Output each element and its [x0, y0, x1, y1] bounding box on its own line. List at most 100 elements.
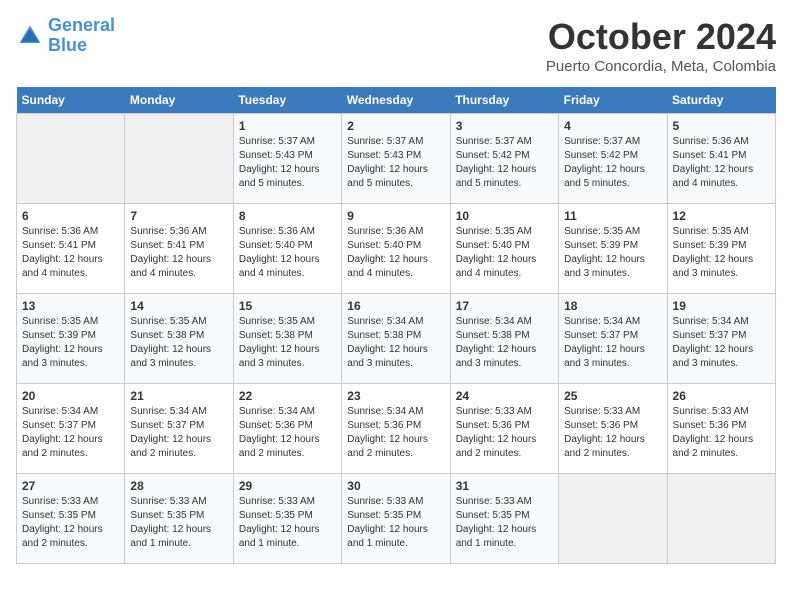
location-subtitle: Puerto Concordia, Meta, Colombia	[546, 58, 776, 75]
week-row: 20 Sunrise: 5:34 AM Sunset: 5:37 PM Dayli…	[17, 384, 776, 474]
calendar-cell	[667, 474, 775, 564]
calendar-cell: 3Sunrise: 5:37 AM Sunset: 5:42 PM Daylig…	[450, 114, 558, 204]
calendar-cell: 22 Sunrise: 5:34 AM Sunset: 5:36 PM Dayli…	[233, 384, 341, 474]
day-info: Sunrise: 5:36 AM Sunset: 5:40 PM Dayligh…	[239, 225, 336, 281]
day-number: 11	[564, 209, 661, 223]
day-number: 17	[456, 299, 553, 313]
day-number: 12	[673, 209, 770, 223]
calendar-cell: 8 Sunrise: 5:36 AM Sunset: 5:40 PM Daylig…	[233, 204, 341, 294]
day-number: 26	[673, 389, 770, 403]
day-info: Sunrise: 5:33 AM Sunset: 5:35 PM Dayligh…	[22, 495, 119, 551]
day-info: Sunrise: 5:35 AM Sunset: 5:39 PM Dayligh…	[673, 225, 770, 281]
calendar-cell: 30 Sunrise: 5:33 AM Sunset: 5:35 PM Dayli…	[342, 474, 450, 564]
day-info: Sunrise: 5:36 AM Sunset: 5:41 PM Dayligh…	[673, 135, 770, 191]
day-number: 16	[347, 299, 444, 313]
page-header: General Blue October 2024 Puerto Concord…	[16, 16, 776, 75]
calendar-cell: 29 Sunrise: 5:33 AM Sunset: 5:35 PM Dayli…	[233, 474, 341, 564]
calendar-cell: 31Sunrise: 5:33 AM Sunset: 5:35 PM Dayli…	[450, 474, 558, 564]
week-row: 13 Sunrise: 5:35 AM Sunset: 5:39 PM Dayli…	[17, 294, 776, 384]
col-header-sunday: Sunday	[17, 87, 125, 114]
calendar-cell: 6 Sunrise: 5:36 AM Sunset: 5:41 PM Daylig…	[17, 204, 125, 294]
day-info: Sunrise: 5:33 AM Sunset: 5:35 PM Dayligh…	[347, 495, 444, 551]
day-number: 19	[673, 299, 770, 313]
col-header-friday: Friday	[559, 87, 667, 114]
calendar-cell: 25 Sunrise: 5:33 AM Sunset: 5:36 PM Dayli…	[559, 384, 667, 474]
day-number: 10	[456, 209, 553, 223]
day-info: Sunrise: 5:34 AM Sunset: 5:36 PM Dayligh…	[239, 405, 336, 461]
day-number: 6	[22, 209, 119, 223]
day-info: Sunrise: 5:33 AM Sunset: 5:36 PM Dayligh…	[673, 405, 770, 461]
calendar-cell: 4Sunrise: 5:37 AM Sunset: 5:42 PM Daylig…	[559, 114, 667, 204]
logo-text: General Blue	[48, 16, 115, 56]
calendar-cell	[559, 474, 667, 564]
calendar-cell: 23Sunrise: 5:34 AM Sunset: 5:36 PM Dayli…	[342, 384, 450, 474]
day-number: 22	[239, 389, 336, 403]
day-number: 1	[239, 119, 336, 133]
day-info: Sunrise: 5:33 AM Sunset: 5:36 PM Dayligh…	[564, 405, 661, 461]
day-number: 5	[673, 119, 770, 133]
day-info: Sunrise: 5:34 AM Sunset: 5:37 PM Dayligh…	[130, 405, 227, 461]
day-number: 30	[347, 479, 444, 493]
calendar-cell: 28 Sunrise: 5:33 AM Sunset: 5:35 PM Dayli…	[125, 474, 233, 564]
calendar-cell: 2Sunrise: 5:37 AM Sunset: 5:43 PM Daylig…	[342, 114, 450, 204]
calendar-cell: 1Sunrise: 5:37 AM Sunset: 5:43 PM Daylig…	[233, 114, 341, 204]
day-number: 7	[130, 209, 227, 223]
week-row: 6 Sunrise: 5:36 AM Sunset: 5:41 PM Daylig…	[17, 204, 776, 294]
calendar-cell	[125, 114, 233, 204]
day-number: 21	[130, 389, 227, 403]
day-number: 13	[22, 299, 119, 313]
col-header-monday: Monday	[125, 87, 233, 114]
day-info: Sunrise: 5:34 AM Sunset: 5:37 PM Dayligh…	[22, 405, 119, 461]
day-number: 28	[130, 479, 227, 493]
day-info: Sunrise: 5:34 AM Sunset: 5:36 PM Dayligh…	[347, 405, 444, 461]
day-info: Sunrise: 5:34 AM Sunset: 5:38 PM Dayligh…	[456, 315, 553, 371]
day-number: 4	[564, 119, 661, 133]
day-number: 27	[22, 479, 119, 493]
day-info: Sunrise: 5:34 AM Sunset: 5:38 PM Dayligh…	[347, 315, 444, 371]
calendar-cell: 26 Sunrise: 5:33 AM Sunset: 5:36 PM Dayli…	[667, 384, 775, 474]
day-number: 25	[564, 389, 661, 403]
day-info: Sunrise: 5:36 AM Sunset: 5:40 PM Dayligh…	[347, 225, 444, 281]
day-info: Sunrise: 5:33 AM Sunset: 5:35 PM Dayligh…	[239, 495, 336, 551]
day-number: 14	[130, 299, 227, 313]
calendar-cell: 14 Sunrise: 5:35 AM Sunset: 5:38 PM Dayli…	[125, 294, 233, 384]
calendar-cell: 24 Sunrise: 5:33 AM Sunset: 5:36 PM Dayli…	[450, 384, 558, 474]
day-info: Sunrise: 5:33 AM Sunset: 5:36 PM Dayligh…	[456, 405, 553, 461]
day-info: Sunrise: 5:36 AM Sunset: 5:41 PM Dayligh…	[22, 225, 119, 281]
calendar-cell: 9 Sunrise: 5:36 AM Sunset: 5:40 PM Daylig…	[342, 204, 450, 294]
day-number: 29	[239, 479, 336, 493]
month-title: October 2024	[546, 16, 776, 58]
calendar-cell: 7 Sunrise: 5:36 AM Sunset: 5:41 PM Daylig…	[125, 204, 233, 294]
day-info: Sunrise: 5:34 AM Sunset: 5:37 PM Dayligh…	[673, 315, 770, 371]
day-number: 2	[347, 119, 444, 133]
week-row: 27 Sunrise: 5:33 AM Sunset: 5:35 PM Dayli…	[17, 474, 776, 564]
calendar-cell: 17 Sunrise: 5:34 AM Sunset: 5:38 PM Dayli…	[450, 294, 558, 384]
logo: General Blue	[16, 16, 115, 56]
day-info: Sunrise: 5:33 AM Sunset: 5:35 PM Dayligh…	[130, 495, 227, 551]
day-number: 3	[456, 119, 553, 133]
col-header-tuesday: Tuesday	[233, 87, 341, 114]
day-info: Sunrise: 5:35 AM Sunset: 5:38 PM Dayligh…	[239, 315, 336, 371]
calendar-cell	[17, 114, 125, 204]
logo-icon	[16, 22, 44, 50]
calendar-cell: 27 Sunrise: 5:33 AM Sunset: 5:35 PM Dayli…	[17, 474, 125, 564]
calendar-cell: 12 Sunrise: 5:35 AM Sunset: 5:39 PM Dayli…	[667, 204, 775, 294]
col-header-saturday: Saturday	[667, 87, 775, 114]
day-number: 8	[239, 209, 336, 223]
day-number: 9	[347, 209, 444, 223]
day-info: Sunrise: 5:35 AM Sunset: 5:40 PM Dayligh…	[456, 225, 553, 281]
day-number: 20	[22, 389, 119, 403]
day-info: Sunrise: 5:35 AM Sunset: 5:39 PM Dayligh…	[22, 315, 119, 371]
day-info: Sunrise: 5:36 AM Sunset: 5:41 PM Dayligh…	[130, 225, 227, 281]
day-info: Sunrise: 5:35 AM Sunset: 5:39 PM Dayligh…	[564, 225, 661, 281]
col-header-thursday: Thursday	[450, 87, 558, 114]
calendar-cell: 13 Sunrise: 5:35 AM Sunset: 5:39 PM Dayli…	[17, 294, 125, 384]
calendar-cell: 19 Sunrise: 5:34 AM Sunset: 5:37 PM Dayli…	[667, 294, 775, 384]
day-number: 24	[456, 389, 553, 403]
calendar-cell: 21 Sunrise: 5:34 AM Sunset: 5:37 PM Dayli…	[125, 384, 233, 474]
calendar-cell: 5 Sunrise: 5:36 AM Sunset: 5:41 PM Daylig…	[667, 114, 775, 204]
week-row: 1Sunrise: 5:37 AM Sunset: 5:43 PM Daylig…	[17, 114, 776, 204]
day-info: Sunrise: 5:35 AM Sunset: 5:38 PM Dayligh…	[130, 315, 227, 371]
calendar-cell: 20 Sunrise: 5:34 AM Sunset: 5:37 PM Dayli…	[17, 384, 125, 474]
day-number: 18	[564, 299, 661, 313]
